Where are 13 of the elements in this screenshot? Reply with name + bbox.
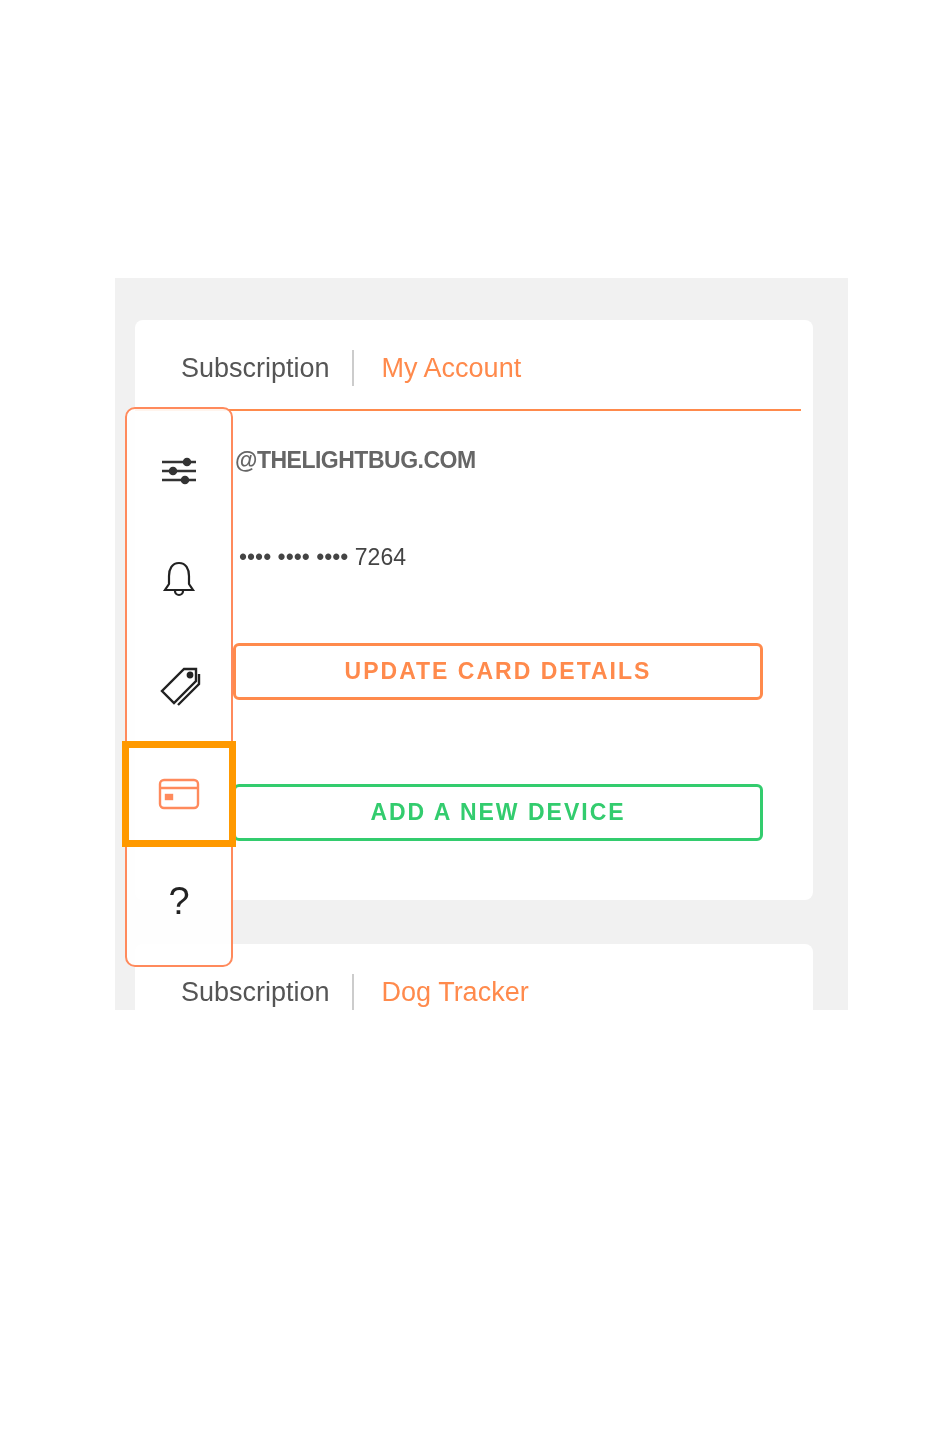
card-number: •••• •••• •••• 7264 — [239, 544, 406, 571]
tab[interactable]: Subscription — [181, 976, 330, 1008]
update-card-button[interactable]: UPDATE CARD DETAILS — [233, 643, 763, 700]
bell-icon — [162, 560, 196, 598]
sidebar-item[interactable]: ? — [122, 847, 236, 955]
tab[interactable]: Subscription — [181, 352, 330, 384]
help-icon: ? — [168, 879, 190, 923]
settings-icon — [161, 456, 197, 486]
credit-card-icon — [158, 778, 200, 810]
tab[interactable]: My Account — [381, 352, 522, 384]
email-text: @THELIGHTBUG.COM — [235, 447, 476, 474]
add-device-button[interactable]: ADD A NEW DEVICE — [233, 784, 763, 841]
tab[interactable]: Dog Tracker — [381, 976, 529, 1008]
